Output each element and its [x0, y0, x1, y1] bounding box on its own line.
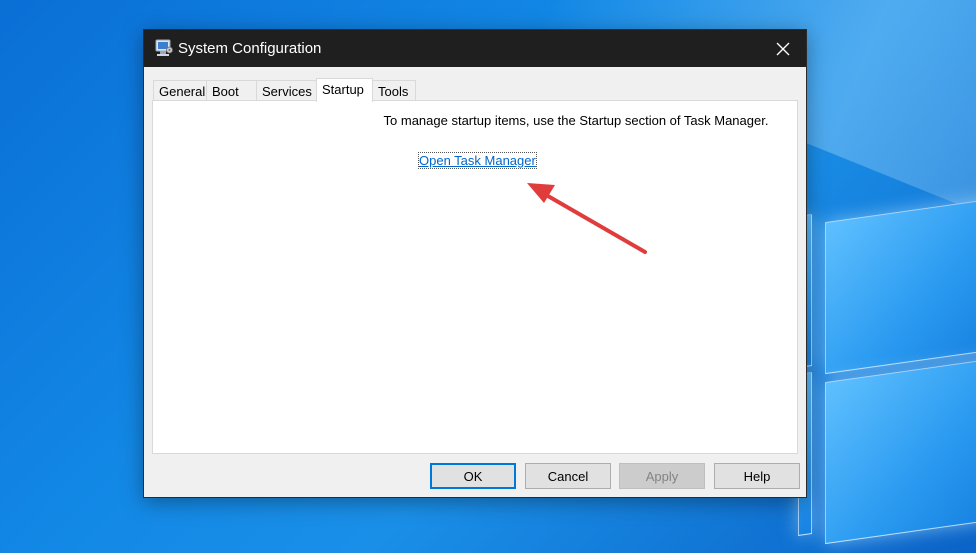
title-bar[interactable]: System Configuration — [144, 30, 806, 67]
msconfig-icon — [154, 39, 174, 57]
cancel-button[interactable]: Cancel — [525, 463, 611, 489]
tab-startup[interactable]: Startup — [316, 78, 373, 102]
apply-button[interactable]: Apply — [619, 463, 705, 489]
logo-pane-bottom — [825, 357, 976, 545]
close-button[interactable] — [760, 30, 806, 67]
window-title: System Configuration — [178, 40, 322, 57]
tab-boot[interactable]: Boot — [206, 80, 257, 100]
close-icon — [776, 42, 790, 55]
tab-general[interactable]: General — [153, 80, 207, 100]
startup-info-message: To manage startup items, use the Startup… — [383, 113, 769, 128]
open-task-manager-link[interactable]: Open Task Manager — [418, 152, 537, 169]
help-button[interactable]: Help — [714, 463, 800, 489]
startup-tab-panel: To manage startup items, use the Startup… — [152, 100, 798, 454]
windows-logo-wallpaper — [798, 170, 976, 553]
logo-pane-top — [825, 197, 976, 375]
ok-button[interactable]: OK — [430, 463, 516, 489]
system-configuration-dialog: System Configuration General Boot Servic… — [143, 29, 807, 498]
tab-services[interactable]: Services — [256, 80, 317, 100]
tab-tools[interactable]: Tools — [372, 80, 416, 100]
